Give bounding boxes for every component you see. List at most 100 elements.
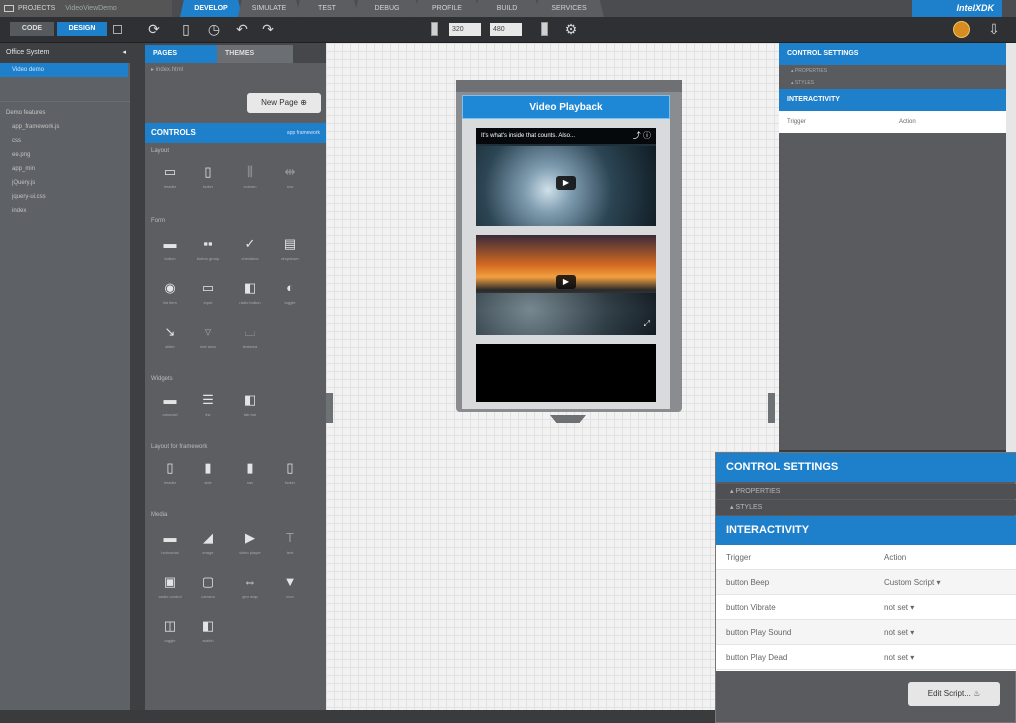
action-dropdown[interactable]: not set ▾ bbox=[884, 620, 914, 645]
share-icon[interactable]: ⤴ ⓘ bbox=[633, 128, 651, 144]
control-tab-bar[interactable]: ◧ tab bar bbox=[233, 387, 267, 423]
layout-toggle-icon[interactable] bbox=[113, 25, 122, 34]
framework-label[interactable]: app framework bbox=[287, 123, 320, 143]
table-row[interactable]: button Play Sound not set ▾ bbox=[716, 620, 1016, 645]
control-switch[interactable]: ◧ switch bbox=[191, 613, 225, 649]
table-row[interactable]: button Play Dead not set ▾ bbox=[716, 645, 1016, 670]
control-audio[interactable]: ▣ audio control bbox=[153, 569, 187, 605]
sidebar-item-selected[interactable]: Video demo bbox=[0, 63, 128, 77]
file-item[interactable]: app_framework.js bbox=[0, 120, 130, 134]
control-icon[interactable]: ▼ icon bbox=[273, 569, 307, 605]
control-geo-map[interactable]: ⇔ geo map bbox=[233, 569, 267, 605]
control-image[interactable]: ◢ image bbox=[191, 525, 225, 561]
file-item[interactable]: app_min bbox=[0, 162, 130, 176]
panel-tabs: PAGES THEMES bbox=[145, 43, 326, 63]
video-player-3[interactable] bbox=[476, 344, 656, 402]
table-row[interactable]: button Beep Custom Script ▾ bbox=[716, 570, 1016, 595]
new-page-button[interactable]: New Page ⊕ bbox=[247, 93, 321, 113]
control-button[interactable]: ▬ button bbox=[153, 231, 187, 267]
zoom-properties-section[interactable]: ▴ PROPERTIES bbox=[716, 484, 1016, 499]
settings-gear-icon[interactable]: ⚙ bbox=[563, 21, 579, 37]
device-screen: Video Playback It's what's inside that c… bbox=[462, 95, 670, 409]
file-item[interactable]: jquery-ui.css bbox=[0, 190, 130, 204]
width-input[interactable]: 320 bbox=[449, 23, 481, 36]
tab-develop[interactable]: DEVELOP bbox=[180, 0, 242, 17]
properties-section[interactable]: ▴ PROPERTIES bbox=[779, 65, 1006, 77]
collapse-icon[interactable]: ◂ bbox=[122, 43, 126, 63]
control-list-item[interactable]: ◉ list item bbox=[153, 275, 187, 311]
projects-tab[interactable]: PROJECTS VideoViewDemo bbox=[0, 0, 172, 17]
control-list[interactable]: ☰ list bbox=[191, 387, 225, 423]
undo-icon[interactable]: ↶ bbox=[234, 21, 250, 37]
control-carousel[interactable]: ▬ carousel bbox=[153, 387, 187, 423]
tab-services[interactable]: SERVICES bbox=[534, 0, 604, 17]
styles-section[interactable]: ▴ STYLES bbox=[779, 77, 1006, 89]
control-fw-footer[interactable]: ▯ footer bbox=[273, 455, 307, 491]
control-fw-side[interactable]: ▮ side bbox=[191, 455, 225, 491]
control-button-group[interactable]: ▪▪ button group bbox=[191, 231, 225, 267]
tab-themes[interactable]: THEMES bbox=[217, 45, 293, 63]
edit-script-button[interactable]: Edit Script... ♨ bbox=[908, 682, 1000, 706]
action-dropdown[interactable]: Custom Script ▾ bbox=[884, 570, 940, 595]
control-header[interactable]: ▭ header bbox=[153, 159, 187, 195]
control-checkbox[interactable]: ✓ checkbox bbox=[233, 231, 267, 267]
video-player-1[interactable]: It's what's inside that counts. Also... … bbox=[476, 128, 656, 226]
design-mode-button[interactable]: DESIGN bbox=[57, 22, 107, 36]
flame-icon: ♨ bbox=[973, 689, 981, 698]
table-row[interactable]: button Vibrate not set ▾ bbox=[716, 595, 1016, 620]
portrait-device-icon[interactable] bbox=[431, 22, 438, 36]
action-col: Action bbox=[899, 119, 916, 125]
control-toggle[interactable]: ◐ toggle bbox=[273, 275, 307, 311]
play-icon[interactable]: ▶ bbox=[556, 176, 576, 190]
control-fw-header[interactable]: ▯ header bbox=[153, 455, 187, 491]
video-player-2[interactable]: ▶ ⤢ bbox=[476, 235, 656, 335]
tab-build[interactable]: BUILD bbox=[474, 0, 540, 17]
control-column[interactable]: ⫼ column bbox=[233, 159, 267, 195]
control-footer[interactable]: ▯ footer bbox=[191, 159, 225, 195]
tab-simulate[interactable]: SIMULATE bbox=[238, 0, 300, 17]
control-camera[interactable]: ▢ camera bbox=[191, 569, 225, 605]
fullscreen-icon[interactable]: ⤢ bbox=[644, 319, 650, 329]
new-page-label: New Page bbox=[261, 98, 298, 107]
control-text[interactable]: Ttext bbox=[273, 525, 307, 561]
tab-pages[interactable]: PAGES bbox=[145, 45, 217, 63]
code-mode-button[interactable]: CODE bbox=[10, 22, 54, 36]
control-fw-nav[interactable]: ▮ nav bbox=[233, 455, 267, 491]
tab-debug[interactable]: DEBUG bbox=[354, 0, 420, 17]
left-collapse-handle[interactable] bbox=[326, 393, 333, 423]
action-dropdown[interactable]: not set ▾ bbox=[884, 645, 914, 670]
control-horizontal[interactable]: ▬ horizontal bbox=[153, 525, 187, 561]
right-collapse-handle[interactable] bbox=[768, 393, 775, 423]
file-item[interactable]: jQuery.js bbox=[0, 176, 130, 190]
download-icon[interactable]: ⇩ bbox=[986, 21, 1002, 37]
controls-header: CONTROLS app framework bbox=[145, 123, 326, 143]
control-dropdown[interactable]: ▤ dropdown bbox=[273, 231, 307, 267]
control-input[interactable]: ▭ input bbox=[191, 275, 225, 311]
refresh-icon[interactable]: ⟳ bbox=[146, 21, 162, 37]
history-icon[interactable]: ◷ bbox=[206, 21, 222, 37]
control-slider[interactable]: ↘ slider bbox=[153, 319, 187, 355]
control-textarea[interactable]: ⌴ textarea bbox=[233, 319, 267, 355]
action-dropdown[interactable]: not set ▾ bbox=[884, 595, 914, 620]
control-row[interactable]: ⇹ row bbox=[273, 159, 307, 195]
height-input[interactable]: 480 bbox=[490, 23, 522, 36]
user-avatar[interactable] bbox=[953, 21, 970, 38]
control-video-player[interactable]: ▶ video player bbox=[233, 525, 267, 561]
control-text-area[interactable]: ▿ text area bbox=[191, 319, 225, 355]
file-item[interactable]: ee.png bbox=[0, 148, 130, 162]
tab-profile[interactable]: PROFILE bbox=[414, 0, 480, 17]
zoom-styles-section[interactable]: ▴ STYLES bbox=[716, 500, 1016, 515]
landscape-device-icon[interactable] bbox=[541, 22, 548, 36]
file-item[interactable]: index bbox=[0, 204, 130, 218]
file-item[interactable]: css bbox=[0, 134, 130, 148]
redo-icon[interactable]: ↷ bbox=[260, 21, 276, 37]
control-toggle-media[interactable]: ◫ toggle bbox=[153, 613, 187, 649]
trash-icon[interactable]: ▯ bbox=[178, 21, 194, 37]
tab-test[interactable]: TEST bbox=[296, 0, 358, 17]
control-radio-button[interactable]: ◧ radio button bbox=[233, 275, 267, 311]
design-canvas[interactable]: Video Playback It's what's inside that c… bbox=[326, 43, 779, 710]
screen-title[interactable]: Video Playback bbox=[462, 95, 670, 119]
page-row[interactable]: ▸ index.html bbox=[145, 63, 326, 77]
interactivity-header: INTERACTIVITY bbox=[779, 89, 1006, 111]
play-icon[interactable]: ▶ bbox=[556, 275, 576, 289]
